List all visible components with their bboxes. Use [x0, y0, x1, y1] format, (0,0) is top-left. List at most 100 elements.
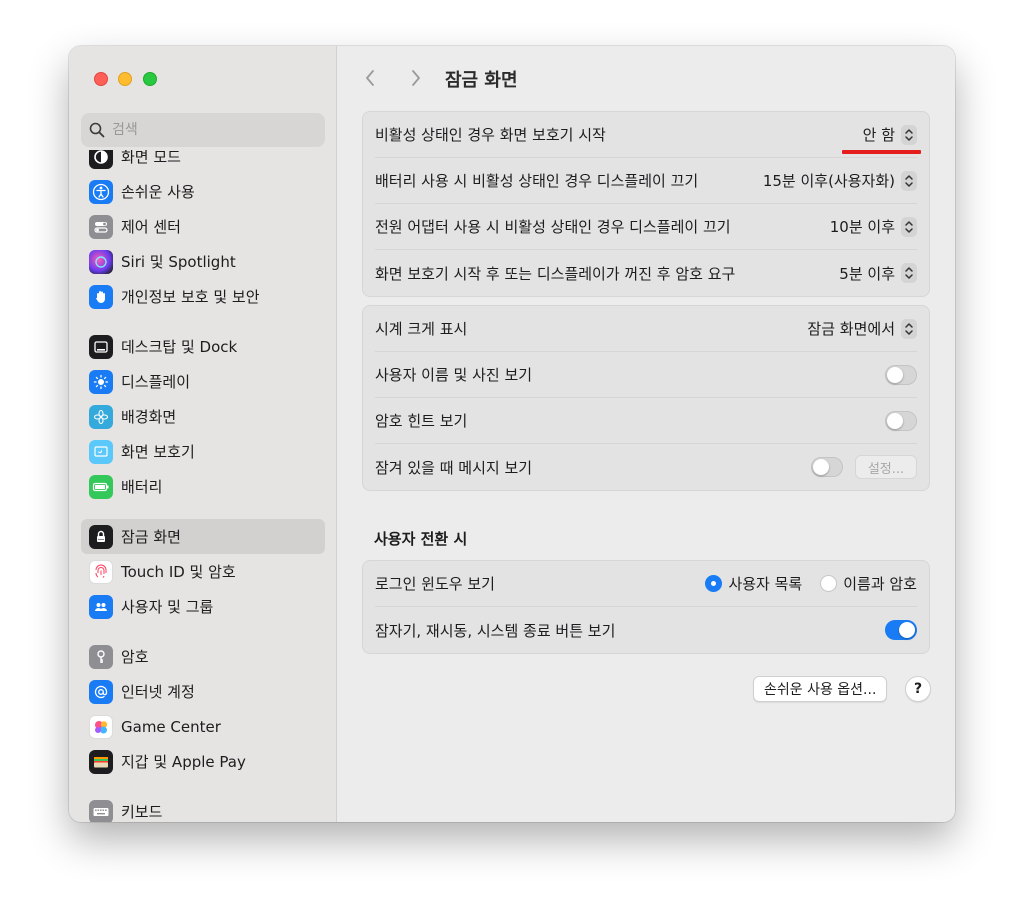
chevron-up-down-icon — [901, 124, 917, 145]
password-hint-row: 암호 힌트 보기 — [375, 398, 917, 444]
sidebar-item-control-center[interactable]: 제어 센터 — [81, 209, 325, 244]
sidebar-item-wallpaper[interactable]: 배경화면 — [81, 399, 325, 434]
lock-options-group: 시계 크게 표시 잠금 화면에서 사용자 이름 및 사진 보기 암호 힌트 보기… — [362, 305, 930, 491]
control-center-icon — [89, 214, 113, 239]
search-field[interactable] — [81, 113, 325, 147]
main-pane: 잠금 화면 비활성 상태인 경우 화면 보호기 시작 안 함 배터리 사용 시 … — [337, 46, 955, 822]
sidebar-nav: 화면 모드 손쉬운 사용 제어 센터 Siri 및 Spotlight 개인정보… — [81, 150, 325, 822]
require-password-row: 화면 보호기 시작 후 또는 디스플레이가 꺼진 후 암호 요구 5분 이후 — [375, 250, 917, 296]
sidebar-item-keyboard[interactable]: 키보드 — [81, 794, 325, 822]
sidebar-item-passwords[interactable]: 암호 — [81, 639, 325, 674]
sun-icon — [89, 369, 113, 394]
screensaver-icon — [89, 439, 113, 464]
sidebar-item-label: Game Center — [121, 717, 221, 736]
sidebar-item-wallet[interactable]: 지갑 및 Apple Pay — [81, 744, 325, 779]
sidebar-item-screensaver[interactable]: 화면 보호기 — [81, 434, 325, 469]
sidebar-item-lock-screen[interactable]: 잠금 화면 — [81, 519, 325, 554]
sidebar-item-label: 화면 모드 — [121, 150, 181, 166]
sidebar-item-display[interactable]: 디스플레이 — [81, 364, 325, 399]
wallet-icon — [89, 749, 113, 774]
chevron-right-icon — [412, 70, 420, 86]
screensaver-start-popup[interactable]: 안 함 — [863, 124, 917, 145]
dock-icon — [89, 334, 113, 359]
accessibility-options-button[interactable]: 손쉬운 사용 옵션... — [753, 676, 888, 702]
sidebar-item-label: 개인정보 보호 및 보안 — [121, 288, 260, 306]
hand-icon — [89, 284, 113, 309]
lock-message-toggle[interactable] — [811, 457, 843, 477]
lock-icon — [89, 524, 113, 549]
chevron-up-down-icon — [901, 170, 917, 191]
sidebar-item-accessibility[interactable]: 손쉬운 사용 — [81, 174, 325, 209]
sidebar-item-label: 화면 보호기 — [121, 443, 195, 461]
help-button[interactable]: ? — [905, 676, 931, 702]
sidebar-item-label: Siri 및 Spotlight — [121, 253, 236, 271]
popup-value: 안 함 — [862, 126, 895, 144]
large-clock-popup[interactable]: 잠금 화면에서 — [807, 318, 917, 339]
sidebar-item-siri-spotlight[interactable]: Siri 및 Spotlight — [81, 244, 325, 279]
chevron-left-icon — [366, 70, 374, 86]
sidebar-item-display-mode[interactable]: 화면 모드 — [81, 150, 325, 174]
sidebar-item-users-groups[interactable]: 사용자 및 그룹 — [81, 589, 325, 624]
sidebar-item-label: 제어 센터 — [121, 218, 181, 236]
users-icon — [89, 594, 113, 619]
battery-display-off-row: 배터리 사용 시 비활성 상태인 경우 디스플레이 끄기 15분 이후(사용자화… — [375, 158, 917, 204]
popup-value: 15분 이후(사용자화) — [762, 172, 895, 190]
siri-icon — [89, 249, 113, 274]
sidebar-item-label: 사용자 및 그룹 — [121, 598, 214, 616]
display-mode-icon — [89, 150, 113, 169]
sidebar-item-internet-accounts[interactable]: 인터넷 계정 — [81, 674, 325, 709]
search-input[interactable] — [112, 122, 312, 138]
login-window-row: 로그인 윈도우 보기 사용자 목록 이름과 암호 — [375, 561, 917, 607]
password-hint-toggle[interactable] — [885, 410, 917, 431]
user-switch-group: 로그인 윈도우 보기 사용자 목록 이름과 암호 잠자기, 재시동, 시스템 종… — [362, 560, 930, 654]
sidebar-item-label: 데스크탑 및 Dock — [121, 338, 238, 356]
sidebar-item-label: Touch ID 및 암호 — [121, 563, 236, 581]
radio-user-list[interactable]: 사용자 목록 — [705, 573, 802, 594]
back-button[interactable] — [359, 66, 381, 90]
close-button[interactable] — [94, 72, 108, 86]
sidebar-item-desktop-dock[interactable]: 데스크탑 및 Dock — [81, 329, 325, 364]
battery-display-off-popup[interactable]: 15분 이후(사용자화) — [763, 170, 917, 191]
keyboard-icon — [89, 799, 113, 822]
user-photo-toggle[interactable] — [885, 364, 917, 385]
message-settings-button[interactable]: 설정... — [855, 455, 917, 479]
battery-icon — [89, 474, 113, 499]
page-title: 잠금 화면 — [445, 70, 518, 91]
power-buttons-row: 잠자기, 재시동, 시스템 종료 버튼 보기 — [375, 607, 917, 653]
require-password-popup[interactable]: 5분 이후 — [839, 263, 917, 284]
power-buttons-toggle[interactable] — [885, 620, 917, 640]
radio-name-password[interactable]: 이름과 암호 — [820, 573, 917, 594]
section-title-user-switching: 사용자 전환 시 — [374, 530, 468, 548]
sidebar-item-label: 지갑 및 Apple Pay — [121, 753, 246, 771]
adapter-display-off-popup[interactable]: 10분 이후 — [830, 216, 917, 237]
user-photo-row: 사용자 이름 및 사진 보기 — [375, 352, 917, 398]
fingerprint-icon — [89, 559, 113, 584]
search-icon — [89, 122, 105, 138]
sidebar-item-battery[interactable]: 배터리 — [81, 469, 325, 504]
zoom-button[interactable] — [143, 72, 157, 86]
display-settings-group: 비활성 상태인 경우 화면 보호기 시작 안 함 배터리 사용 시 비활성 상태… — [362, 111, 930, 297]
screensaver-start-row: 비활성 상태인 경우 화면 보호기 시작 안 함 — [375, 112, 917, 158]
adapter-display-off-row: 전원 어댑터 사용 시 비활성 상태인 경우 디스플레이 끄기 10분 이후 — [375, 204, 917, 250]
sidebar-item-label: 암호 — [121, 648, 149, 666]
forward-button[interactable] — [405, 66, 427, 90]
key-icon — [89, 644, 113, 669]
sidebar-item-touch-id[interactable]: Touch ID 및 암호 — [81, 554, 325, 589]
flower-icon — [89, 404, 113, 429]
chevron-up-down-icon — [901, 318, 917, 339]
sidebar-item-privacy[interactable]: 개인정보 보호 및 보안 — [81, 279, 325, 314]
sidebar-item-label: 배경화면 — [121, 408, 177, 426]
large-clock-row: 시계 크게 표시 잠금 화면에서 — [375, 306, 917, 352]
popup-value: 10분 이후 — [829, 218, 895, 236]
popup-value: 잠금 화면에서 — [807, 320, 895, 338]
sidebar-item-label: 인터넷 계정 — [121, 683, 195, 701]
sidebar: 화면 모드 손쉬운 사용 제어 센터 — [69, 46, 337, 822]
sidebar-item-label: 디스플레이 — [121, 373, 191, 391]
sidebar-item-label: 잠금 화면 — [121, 528, 181, 546]
sidebar-item-game-center[interactable]: Game Center — [81, 709, 325, 744]
sidebar-item-label: 키보드 — [121, 803, 163, 821]
radio-selected-icon — [705, 575, 723, 592]
minimize-button[interactable] — [118, 72, 132, 86]
login-window-radio-group: 사용자 목록 이름과 암호 — [687, 573, 917, 594]
settings-window: 화면 모드 손쉬운 사용 제어 센터 — [69, 46, 955, 822]
